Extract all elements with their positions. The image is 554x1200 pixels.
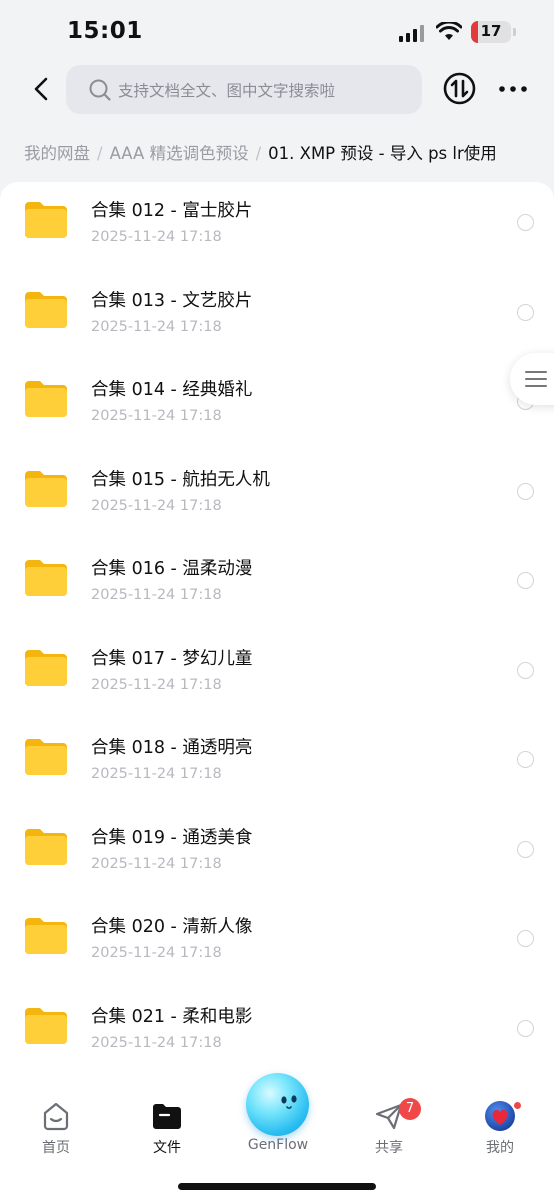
select-checkbox[interactable] <box>517 303 534 321</box>
select-checkbox[interactable] <box>517 1019 534 1037</box>
tab-label-share: 共享 <box>375 1140 403 1156</box>
genflow-orb-icon[interactable] <box>246 1073 309 1136</box>
select-checkbox[interactable] <box>517 572 534 589</box>
file-date: 2025-11-24 17:18 <box>91 408 222 424</box>
more-dots-icon[interactable] <box>496 78 530 100</box>
list-item[interactable]: 合集 020 - 清新人像 2025-11-24 17:18 <box>0 898 554 988</box>
tab-me[interactable]: 我的 <box>455 1082 545 1172</box>
list-item[interactable]: 合集 021 - 柔和电影 2025-11-24 17:18 <box>0 988 554 1078</box>
folder-icon <box>25 1007 67 1044</box>
folder-icon <box>25 470 67 507</box>
transfer-icon[interactable] <box>443 72 476 105</box>
battery-level: 17 <box>480 22 502 40</box>
tab-home[interactable]: 首页 <box>11 1082 101 1172</box>
search-icon <box>89 79 111 101</box>
file-name: 合集 019 - 通透美食 <box>91 827 253 848</box>
list-item[interactable]: 合集 015 - 航拍无人机 2025-11-24 17:18 <box>0 451 554 541</box>
folder-icon <box>25 560 67 596</box>
list-item[interactable]: 合集 014 - 经典婚礼 2025-11-24 17:18 <box>0 361 554 451</box>
avatar-icon <box>485 1101 515 1131</box>
menu-lines-icon <box>525 371 547 387</box>
folder-icon <box>25 649 67 686</box>
select-checkbox[interactable] <box>517 482 534 500</box>
genflow-face-icon <box>281 1095 297 1110</box>
breadcrumb-current: 01. XMP 预设 - 导入 ps lr使用 <box>268 144 497 163</box>
list-item[interactable]: 合集 017 - 梦幻儿童 2025-11-24 17:18 <box>0 630 554 720</box>
folder-icon <box>25 381 67 417</box>
select-checkbox[interactable] <box>517 661 534 679</box>
search-placeholder: 支持文档全文、图中文字搜索啦 <box>118 82 336 100</box>
file-date: 2025-11-24 17:18 <box>91 318 222 335</box>
list-item[interactable]: 合集 018 - 通透明亮 2025-11-24 17:18 <box>0 719 554 809</box>
breadcrumb: 我的网盘 / AAA 精选调色预设 / 01. XMP 预设 - 导入 ps lr使用 <box>24 140 497 164</box>
folder-icon <box>25 739 67 775</box>
home-indicator <box>178 1183 376 1190</box>
select-checkbox[interactable] <box>517 751 534 768</box>
file-name: 合集 020 - 清新人像 <box>91 917 253 937</box>
chevron-left-icon[interactable] <box>28 74 56 104</box>
battery-tip <box>513 28 516 36</box>
search-input[interactable]: 支持文档全文、图中文字搜索啦 <box>66 65 422 114</box>
breadcrumb-separator: / <box>255 144 262 163</box>
breadcrumb-item-parent[interactable]: AAA 精选调色预设 <box>110 144 249 163</box>
file-date: 2025-11-24 17:18 <box>91 676 222 693</box>
file-name: 合集 021 - 柔和电影 <box>91 1006 253 1027</box>
file-name: 合集 018 - 通透明亮 <box>91 738 253 758</box>
tab-label-genflow: GenFlow <box>247 1137 309 1153</box>
file-date: 2025-11-24 17:18 <box>91 229 222 245</box>
side-menu-handle[interactable] <box>510 353 554 405</box>
list-item[interactable]: 合集 012 - 富士胶片 2025-11-24 17:18 <box>0 182 554 272</box>
folder-icon <box>25 918 67 954</box>
tab-label-files: 文件 <box>153 1140 181 1156</box>
tab-files[interactable]: 文件 <box>122 1082 212 1172</box>
select-checkbox[interactable] <box>517 840 534 858</box>
file-date: 2025-11-24 17:18 <box>91 587 222 603</box>
folder-icon <box>25 828 67 865</box>
select-checkbox[interactable] <box>517 214 534 231</box>
home-icon <box>43 1102 69 1131</box>
wifi-icon <box>436 22 462 40</box>
file-date: 2025-11-24 17:18 <box>91 497 222 514</box>
status-time: 15:01 <box>67 18 143 44</box>
file-name: 合集 017 - 梦幻儿童 <box>91 648 253 669</box>
folder-icon <box>25 202 67 238</box>
file-name: 合集 012 - 富士胶片 <box>91 201 253 221</box>
file-date: 2025-11-24 17:18 <box>91 1034 222 1051</box>
share-badge: 7 <box>399 1098 421 1120</box>
file-list: 合集 012 - 富士胶片 2025-11-24 17:18 合集 013 - 文艺… <box>0 182 554 1082</box>
folder-icon <box>25 291 67 328</box>
file-date: 2025-11-24 17:18 <box>91 945 222 961</box>
tab-label-me: 我的 <box>486 1140 514 1156</box>
file-name: 合集 015 - 航拍无人机 <box>91 469 270 490</box>
notification-dot <box>513 1101 522 1110</box>
file-name: 合集 016 - 温柔动漫 <box>91 559 253 579</box>
list-item[interactable]: 合集 013 - 文艺胶片 2025-11-24 17:18 <box>0 272 554 362</box>
breadcrumb-item-root[interactable]: 我的网盘 <box>24 144 90 163</box>
cellular-signal-icon <box>399 24 427 42</box>
file-date: 2025-11-24 17:18 <box>91 855 222 872</box>
file-name: 合集 013 - 文艺胶片 <box>91 290 253 311</box>
status-bar: 15:01 17 <box>0 0 554 62</box>
list-item[interactable]: 合集 019 - 通透美食 2025-11-24 17:18 <box>0 809 554 899</box>
select-checkbox[interactable] <box>517 930 534 947</box>
list-item[interactable]: 合集 016 - 温柔动漫 2025-11-24 17:18 <box>0 540 554 630</box>
tab-share[interactable]: 共享 <box>344 1082 434 1172</box>
file-name: 合集 014 - 经典婚礼 <box>91 380 253 400</box>
breadcrumb-separator: / <box>97 144 103 163</box>
tab-label-home: 首页 <box>42 1140 70 1156</box>
file-date: 2025-11-24 17:18 <box>91 766 222 782</box>
battery-indicator: 17 <box>471 21 511 43</box>
folder-icon <box>153 1104 181 1129</box>
